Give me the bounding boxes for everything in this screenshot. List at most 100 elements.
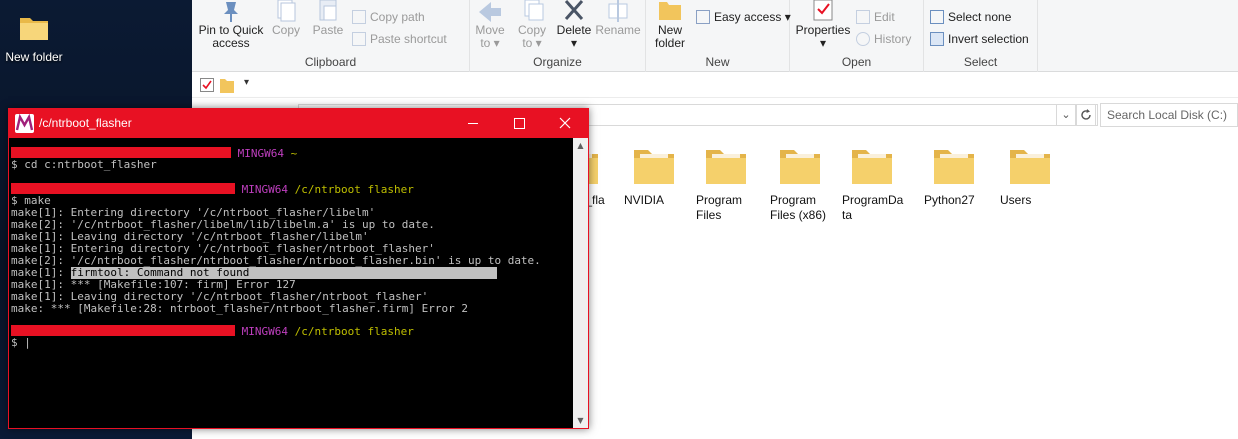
redacted-username: [11, 325, 235, 336]
folder-icon: [706, 150, 746, 184]
prompt-line-1: MINGW64 ~: [11, 147, 573, 159]
search-placeholder: Search Local Disk (C:): [1107, 108, 1228, 122]
folder-item[interactable]: Program Files: [696, 142, 766, 223]
folder-icon: [20, 18, 48, 40]
copy-to-icon: [524, 0, 544, 21]
new-folder-button[interactable]: New folder: [650, 0, 690, 50]
prompt-line-3: MINGW64 /c/ntrboot_flasher: [11, 325, 573, 337]
rename-button[interactable]: Rename: [594, 0, 642, 37]
rename-icon: [608, 0, 628, 22]
properties-quick-icon[interactable]: [200, 78, 214, 92]
paste-icon: [319, 0, 337, 21]
output-line: make: *** [Makefile:28: ntrboot_flasher/…: [11, 303, 468, 315]
search-box[interactable]: Search Local Disk (C:): [1100, 103, 1238, 127]
redacted-username: [11, 183, 235, 194]
select-none-icon: [930, 10, 944, 24]
mintty-window: /c/ntrboot_flasher MINGW64 ~ $ cd c:ntrb…: [8, 108, 589, 429]
copy-button[interactable]: Copy: [268, 0, 304, 37]
redacted-username: [11, 147, 231, 158]
easy-access-button[interactable]: Easy access ▾: [696, 10, 791, 24]
close-button[interactable]: [542, 109, 588, 138]
terminal-output[interactable]: MINGW64 ~ $ cd c:ntrboot_flasher MINGW64…: [9, 138, 573, 428]
ribbon-group-label-organize: Organize: [533, 55, 582, 69]
refresh-button[interactable]: [1076, 104, 1096, 126]
copy-path-icon: [352, 10, 366, 24]
folder-icon: [852, 150, 892, 184]
properties-button[interactable]: Properties ▾: [794, 0, 852, 50]
output-line: make[1]: Entering directory '/c/ntrboot_…: [11, 243, 435, 255]
customize-quick-access-dropdown[interactable]: ▾: [244, 77, 249, 88]
history-icon: [856, 32, 870, 46]
folder-label: Program Files: [696, 193, 743, 222]
delete-icon: [564, 0, 584, 20]
ribbon-group-organize: Move to ▾ Copy to ▾ Delete ▾ Rename Organ…: [470, 0, 646, 72]
output-line: make[1]: Entering directory '/c/ntrboot_…: [11, 207, 376, 219]
delete-button[interactable]: Delete ▾: [554, 0, 594, 50]
move-to-button[interactable]: Move to ▾: [470, 0, 510, 50]
highlighted-error: firmtool: Command not found: [70, 267, 250, 279]
command-line-1: $ cd c:ntrboot_flasher: [11, 159, 157, 171]
folder-icon: [1010, 150, 1050, 184]
output-line: make[1]: Leaving directory '/c/ntrboot_f…: [11, 231, 369, 243]
pin-to-quick-access-button[interactable]: Pin to Quick access: [198, 0, 264, 50]
edit-button[interactable]: Edit: [856, 10, 895, 24]
title-bar[interactable]: /c/ntrboot_flasher: [9, 109, 588, 138]
easy-access-icon: [696, 10, 710, 24]
desktop-folder-new-folder[interactable]: New folder: [2, 12, 66, 64]
output-line: make[1]: *** [Makefile:107: firm] Error …: [11, 279, 296, 291]
folder-item[interactable]: ProgramDa ta: [842, 142, 912, 223]
folder-item[interactable]: NVIDIA: [624, 142, 694, 208]
ribbon-group-label-select: Select: [963, 55, 998, 69]
paste-shortcut-icon: [352, 32, 366, 46]
maximize-icon: [514, 118, 525, 129]
refresh-icon: [1081, 109, 1091, 120]
edit-icon: [856, 10, 870, 24]
prompt-line-2: MINGW64 /c/ntrboot_flasher: [11, 183, 573, 195]
copy-path-button[interactable]: Copy path: [352, 10, 425, 24]
scroll-up-arrow[interactable]: ▲: [573, 138, 588, 153]
output-line: make[2]: '/c/ntrboot_flasher/ntrboot_fla…: [11, 255, 541, 267]
properties-icon: [813, 0, 833, 21]
invert-selection-button[interactable]: Invert selection: [930, 32, 1029, 46]
command-line-2: $ make: [11, 195, 51, 207]
folder-label: ProgramDa ta: [842, 193, 904, 222]
new-folder-quick-icon[interactable]: [220, 77, 234, 93]
invert-selection-icon: [930, 32, 944, 46]
folder-item[interactable]: Python27: [924, 142, 994, 208]
close-icon: [559, 117, 571, 129]
copy-icon: [277, 0, 296, 22]
ribbon-group-select: Select none Invert selection Select: [924, 0, 1038, 72]
msys2-app-icon: [15, 113, 34, 133]
new-folder-icon: [659, 2, 681, 20]
folder-item[interactable]: Users: [1000, 142, 1070, 208]
history-button[interactable]: History: [856, 32, 911, 46]
select-none-button[interactable]: Select none: [930, 10, 1011, 24]
ribbon-group-label-new: New: [705, 55, 730, 69]
ribbon: Pin to Quick access Copy Paste Copy path…: [192, 0, 1238, 72]
copy-to-button[interactable]: Copy to ▾: [512, 0, 552, 50]
pin-icon: [224, 2, 238, 22]
desktop-folder-label: New folder: [5, 50, 63, 64]
scroll-down-arrow[interactable]: ▼: [573, 413, 588, 428]
scrollbar[interactable]: ▲ ▼: [573, 138, 588, 428]
ribbon-group-new: New folder Easy access ▾ New: [646, 0, 791, 72]
output-line-error: make[1]: firmtool: Command not found: [11, 267, 573, 279]
output-line: make[2]: '/c/ntrboot_flasher/libelm/lib/…: [11, 219, 435, 231]
quick-access-toolbar: ▾: [192, 72, 1238, 98]
folder-icon: [780, 150, 820, 184]
minimize-button[interactable]: [450, 109, 496, 138]
ribbon-group-open: Properties ▾ Edit History Open: [790, 0, 924, 72]
ribbon-group-label-open: Open: [841, 55, 872, 69]
paste-shortcut-button[interactable]: Paste shortcut: [352, 32, 447, 46]
move-to-icon: [479, 2, 501, 22]
window-title: /c/ntrboot_flasher: [39, 116, 132, 130]
folder-label: NVIDIA: [624, 193, 665, 207]
folder-label: Users: [1000, 193, 1032, 207]
maximize-button[interactable]: [496, 109, 542, 138]
address-dropdown-button[interactable]: ⌄: [1056, 104, 1076, 126]
folder-item[interactable]: Program Files (x86): [770, 142, 840, 223]
minimize-icon: [468, 123, 478, 124]
command-line-3: $ |: [11, 337, 31, 349]
ribbon-group-clipboard: Pin to Quick access Copy Paste Copy path…: [192, 0, 470, 72]
paste-button[interactable]: Paste: [308, 0, 348, 37]
